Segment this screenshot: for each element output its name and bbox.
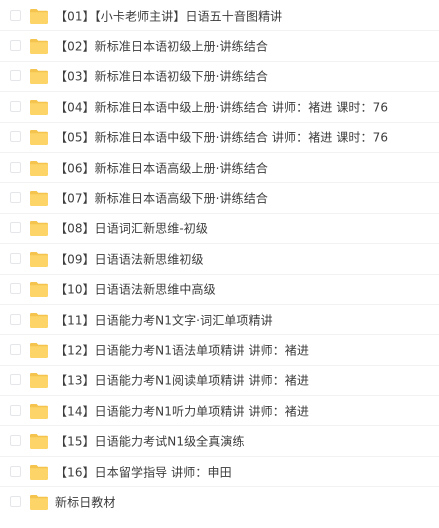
row-checkbox[interactable] xyxy=(10,252,21,264)
file-name-link[interactable]: 【13】日语能力考N1阅读单项精讲 讲师：褚进 xyxy=(55,372,309,389)
file-row-9[interactable]: 【09】日语语法新思维初级 xyxy=(0,244,439,275)
file-name-link[interactable]: 【04】新标准日本语中级上册·讲练结合 讲师：褚进 课时：76 xyxy=(55,98,388,115)
row-checkbox[interactable] xyxy=(10,435,21,447)
file-row-14[interactable]: 【14】日语能力考N1听力单项精讲 讲师：褚进 xyxy=(0,396,439,427)
file-row-10[interactable]: 【10】日语语法新思维中高级 xyxy=(0,275,439,305)
file-row-5[interactable]: 【05】新标准日本语中级下册·讲练结合 讲师：褚进 课时：76 xyxy=(0,123,439,153)
file-name-link[interactable]: 【16】日本留学指导 讲师：申田 xyxy=(55,463,232,480)
row-checkbox[interactable] xyxy=(10,404,21,416)
file-row-8[interactable]: 【08】日语词汇新思维-初级 xyxy=(0,214,439,245)
folder-icon xyxy=(30,130,48,146)
row-checkbox[interactable] xyxy=(10,9,21,21)
folder-icon xyxy=(30,434,48,450)
file-name-link[interactable]: 【12】日语能力考N1语法单项精讲 讲师：褚进 xyxy=(55,341,309,358)
file-name-link[interactable]: 【05】新标准日本语中级下册·讲练结合 讲师：褚进 课时：76 xyxy=(55,129,388,146)
file-row-12[interactable]: 【12】日语能力考N1语法单项精讲 讲师：褚进 xyxy=(0,335,439,366)
file-name-link[interactable]: 【01】【小卡老师主讲】日语五十音图精讲 xyxy=(55,7,282,24)
file-name-link[interactable]: 【09】日语语法新思维初级 xyxy=(55,250,204,267)
row-checkbox[interactable] xyxy=(10,313,21,325)
folder-icon xyxy=(30,160,48,176)
folder-icon xyxy=(30,39,48,55)
folder-icon xyxy=(30,99,48,115)
row-checkbox[interactable] xyxy=(10,496,21,508)
file-name-link[interactable]: 【02】新标准日本语初级上册·讲练结合 xyxy=(55,38,268,55)
folder-icon xyxy=(30,403,48,419)
file-row-1[interactable]: 【01】【小卡老师主讲】日语五十音图精讲 xyxy=(0,1,439,32)
row-checkbox[interactable] xyxy=(10,283,21,295)
folder-icon xyxy=(30,373,48,389)
folder-icon xyxy=(30,464,48,480)
file-name-link[interactable]: 【07】新标准日本语高级下册·讲练结合 xyxy=(55,190,268,207)
row-checkbox[interactable] xyxy=(10,70,21,82)
row-checkbox[interactable] xyxy=(10,222,21,234)
folder-icon xyxy=(30,312,48,328)
file-name-link[interactable]: 新标日教材 xyxy=(55,494,116,511)
row-checkbox[interactable] xyxy=(10,40,21,52)
folder-icon xyxy=(30,282,48,298)
folder-icon xyxy=(30,69,48,85)
file-name-link[interactable]: 【15】日语能力考试N1级全真演练 xyxy=(55,433,245,450)
file-name-link[interactable]: 【06】新标准日本语高级上册·讲练结合 xyxy=(55,159,268,176)
file-row-11[interactable]: 【11】日语能力考N1文字·词汇单项精讲 xyxy=(0,305,439,336)
row-checkbox[interactable] xyxy=(10,374,21,386)
file-name-link[interactable]: 【14】日语能力考N1听力单项精讲 讲师：褚进 xyxy=(55,402,309,419)
file-row-17[interactable]: 新标日教材 xyxy=(0,487,439,517)
row-checkbox[interactable] xyxy=(10,161,21,173)
file-row-7[interactable]: 【07】新标准日本语高级下册·讲练结合 xyxy=(0,183,439,214)
file-row-15[interactable]: 【15】日语能力考试N1级全真演练 xyxy=(0,426,439,457)
folder-icon xyxy=(30,191,48,207)
folder-icon xyxy=(30,221,48,237)
file-row-4[interactable]: 【04】新标准日本语中级上册·讲练结合 讲师：褚进 课时：76 xyxy=(0,92,439,123)
file-name-link[interactable]: 【10】日语语法新思维中高级 xyxy=(55,281,216,298)
row-checkbox[interactable] xyxy=(10,465,21,477)
file-name-link[interactable]: 【08】日语词汇新思维-初级 xyxy=(55,220,208,237)
folder-icon xyxy=(30,251,48,267)
file-list: 【01】【小卡老师主讲】日语五十音图精讲 【02】新标准日本语初级上册·讲练结合… xyxy=(0,1,439,518)
folder-icon xyxy=(30,495,48,511)
file-row-13[interactable]: 【13】日语能力考N1阅读单项精讲 讲师：褚进 xyxy=(0,366,439,397)
folder-icon xyxy=(30,8,48,24)
file-row-3[interactable]: 【03】新标准日本语初级下册·讲练结合 xyxy=(0,62,439,93)
row-checkbox[interactable] xyxy=(10,131,21,143)
folder-icon xyxy=(30,342,48,358)
row-checkbox[interactable] xyxy=(10,100,21,112)
row-checkbox[interactable] xyxy=(10,192,21,204)
file-row-2[interactable]: 【02】新标准日本语初级上册·讲练结合 xyxy=(0,31,439,62)
file-row-6[interactable]: 【06】新标准日本语高级上册·讲练结合 xyxy=(0,153,439,184)
file-row-16[interactable]: 【16】日本留学指导 讲师：申田 xyxy=(0,457,439,488)
row-checkbox[interactable] xyxy=(10,343,21,355)
file-name-link[interactable]: 【11】日语能力考N1文字·词汇单项精讲 xyxy=(55,311,273,328)
file-name-link[interactable]: 【03】新标准日本语初级下册·讲练结合 xyxy=(55,68,268,85)
